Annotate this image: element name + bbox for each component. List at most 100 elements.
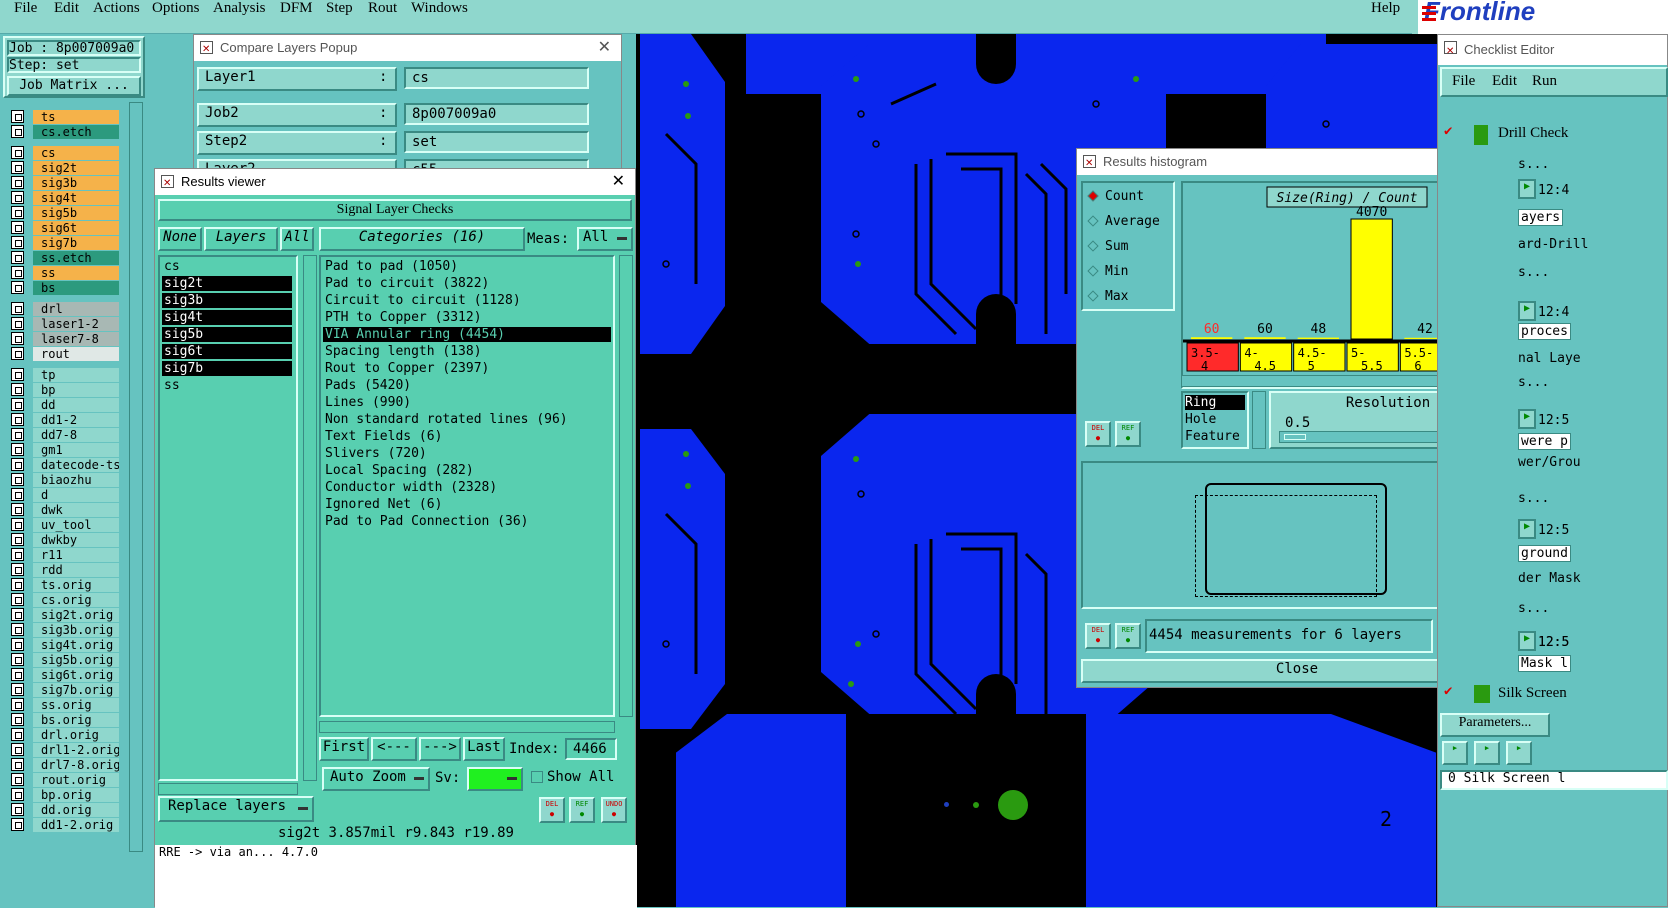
layer-checkbox[interactable] xyxy=(11,773,24,786)
layer-checkbox[interactable] xyxy=(11,413,24,426)
layer-row[interactable]: r11 xyxy=(11,548,119,562)
drill-check-label[interactable]: Drill Check xyxy=(1498,125,1568,142)
category-item[interactable]: Spacing length (138) xyxy=(323,344,611,359)
layer-checkbox[interactable] xyxy=(11,206,24,219)
layer-row[interactable]: sig3b.orig xyxy=(11,623,119,637)
run-icon[interactable]: ▶ xyxy=(1474,741,1500,765)
job-matrix-button[interactable]: Job Matrix ... xyxy=(7,76,141,96)
radio-diamond-icon[interactable] xyxy=(1087,265,1099,277)
layer-result-item[interactable]: sig3b xyxy=(162,293,292,308)
mode-option[interactable]: Average xyxy=(1087,214,1160,230)
checklist-fragment[interactable]: wer/Grou xyxy=(1518,455,1581,470)
checklist-fragment[interactable]: 12:4 xyxy=(1538,305,1569,320)
layer-checkbox[interactable] xyxy=(11,668,24,681)
run-icon[interactable]: ▶ xyxy=(1518,631,1536,651)
layer-row[interactable]: laser7-8 xyxy=(11,332,119,346)
category-item[interactable]: Pad to circuit (3822) xyxy=(323,276,611,291)
layer-checkbox[interactable] xyxy=(11,593,24,606)
layer-list[interactable]: ts cs.etch cs sig2t sig3b sig4t sig5b sig6t sig7… xyxy=(3,100,127,907)
layer-row[interactable]: sig5b xyxy=(11,206,119,220)
menu-analysis[interactable]: Analysis xyxy=(213,0,266,17)
layer-checkbox[interactable] xyxy=(11,347,24,360)
menu-file[interactable]: File xyxy=(14,0,37,17)
checklist-fragment[interactable]: ayers xyxy=(1518,209,1564,226)
checklist-menu-file[interactable]: File xyxy=(1452,73,1475,90)
layer-checkbox[interactable] xyxy=(11,518,24,531)
categories-list[interactable]: Pad to pad (1050) Pad to circuit (3822) Ci… xyxy=(319,255,615,717)
category-item[interactable]: Lines (990) xyxy=(323,395,611,410)
layer-row[interactable]: bs xyxy=(11,281,119,295)
layer-result-item[interactable]: sig2t xyxy=(162,276,292,291)
layer-row[interactable]: dd7-8 xyxy=(11,428,119,442)
layer-checkbox[interactable] xyxy=(11,578,24,591)
none-button[interactable]: None xyxy=(158,227,202,251)
checklist-fragment[interactable]: 12:5 xyxy=(1538,635,1569,650)
close-icon[interactable]: ✕ xyxy=(598,35,611,61)
layer-row[interactable]: gm1 xyxy=(11,443,119,457)
del-icon[interactable]: DEL ● xyxy=(1085,623,1111,649)
replace-layers-dropdown[interactable]: Replace layers xyxy=(158,796,314,822)
layer-checkbox[interactable] xyxy=(11,728,24,741)
run-icon[interactable]: ▶ xyxy=(1506,741,1532,765)
layer-checkbox[interactable] xyxy=(11,368,24,381)
layer-row[interactable]: ss.etch xyxy=(11,251,119,265)
layer-checkbox[interactable] xyxy=(11,443,24,456)
layer-checkbox[interactable] xyxy=(11,302,24,315)
layer-checkbox[interactable] xyxy=(11,623,24,636)
mode-option[interactable]: Min xyxy=(1087,264,1128,280)
layer-checkbox[interactable] xyxy=(11,653,24,666)
layer-row[interactable]: dd xyxy=(11,398,119,412)
layer-checkbox[interactable] xyxy=(11,110,24,123)
layer-checkbox[interactable] xyxy=(11,488,24,501)
layer-checkbox[interactable] xyxy=(11,191,24,204)
last-button[interactable]: Last xyxy=(463,737,505,761)
category-item[interactable]: Text Fields (6) xyxy=(323,429,611,444)
feature-type-item[interactable]: Feature xyxy=(1185,429,1245,444)
ref-icon[interactable]: REF ● xyxy=(1115,623,1141,649)
auto-zoom-dropdown[interactable]: Auto Zoom xyxy=(322,767,430,791)
layer-checkbox[interactable] xyxy=(11,743,24,756)
layer-result-item[interactable]: ss xyxy=(162,378,292,393)
menu-edit[interactable]: Edit xyxy=(54,0,79,17)
radio-diamond-icon[interactable] xyxy=(1087,215,1099,227)
layer-checkbox[interactable] xyxy=(11,503,24,516)
prev-button[interactable]: <--- xyxy=(371,737,417,761)
layer-row[interactable]: cs xyxy=(11,146,119,160)
category-item[interactable]: Conductor width (2328) xyxy=(323,480,611,495)
layer-row[interactable]: uv_tool xyxy=(11,518,119,532)
ref-icon[interactable]: REF ● xyxy=(569,797,595,823)
layer-row[interactable]: ts xyxy=(11,110,119,124)
layer-row[interactable]: laser1-2 xyxy=(11,317,119,331)
layer-row[interactable]: drl.orig xyxy=(11,728,119,742)
close-icon[interactable]: ✕ xyxy=(612,169,625,195)
layer-row[interactable]: bp xyxy=(11,383,119,397)
layer-checkbox[interactable] xyxy=(11,221,24,234)
categories-button[interactable]: Categories (16) xyxy=(319,227,525,251)
mode-option[interactable]: Max xyxy=(1087,289,1128,305)
checklist-fragment[interactable]: s... xyxy=(1518,265,1549,280)
run-icon[interactable]: ▶ xyxy=(1518,301,1536,321)
checklist-menu-edit[interactable]: Edit xyxy=(1492,73,1517,90)
mode-option[interactable]: Sum xyxy=(1087,239,1128,255)
layer-row[interactable]: dd1-2.orig xyxy=(11,818,119,832)
layer-checkbox[interactable] xyxy=(11,698,24,711)
layer-checkbox[interactable] xyxy=(11,548,24,561)
next-button[interactable]: ---> xyxy=(419,737,461,761)
categories-hscroll[interactable] xyxy=(319,721,615,733)
menu-options[interactable]: Options xyxy=(152,0,200,17)
run-icon[interactable]: ▶ xyxy=(1518,409,1536,429)
category-item[interactable]: VIA Annular ring (4454) xyxy=(323,327,611,342)
category-item[interactable]: Pad to pad (1050) xyxy=(323,259,611,274)
layer-checkbox[interactable] xyxy=(11,473,24,486)
categories-scrollbar[interactable] xyxy=(619,255,633,717)
category-item[interactable]: Slivers (720) xyxy=(323,446,611,461)
step2-field[interactable]: set xyxy=(404,131,589,153)
menu-rout[interactable]: Rout xyxy=(368,0,397,17)
del-icon[interactable]: DEL ● xyxy=(1085,421,1111,447)
del-icon[interactable]: DEL ● xyxy=(539,797,565,823)
checklist-fragment[interactable]: 12:4 xyxy=(1538,183,1569,198)
radio-diamond-icon[interactable] xyxy=(1087,290,1099,302)
checklist-fragment[interactable]: 12:5 xyxy=(1538,523,1569,538)
layer-result-item[interactable]: cs xyxy=(162,259,292,274)
layer-checkbox[interactable] xyxy=(11,161,24,174)
